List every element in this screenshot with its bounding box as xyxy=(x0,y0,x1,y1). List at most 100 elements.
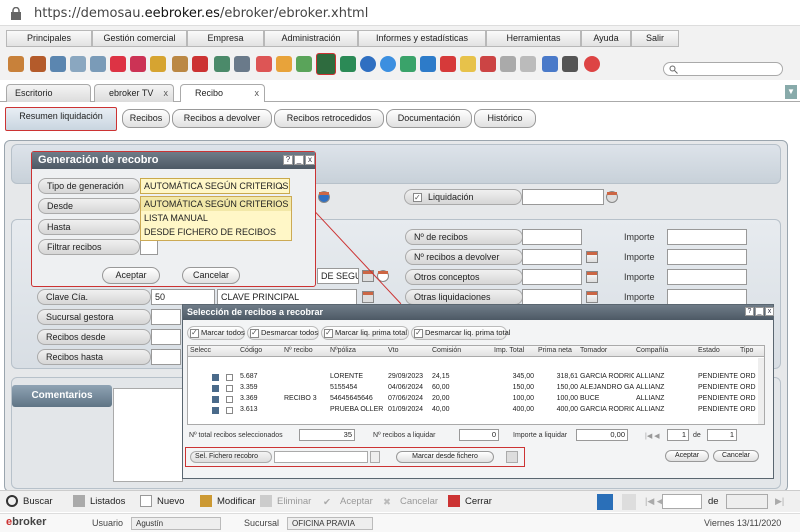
col-compania[interactable]: Compañía xyxy=(636,347,668,354)
g-blue-icon[interactable] xyxy=(420,56,436,72)
agent-icon[interactable] xyxy=(256,56,272,72)
menu-salir[interactable]: Salir xyxy=(631,30,679,47)
table-scrollbar[interactable] xyxy=(758,358,764,424)
coins-icon[interactable] xyxy=(150,56,166,72)
doc-red-icon[interactable] xyxy=(480,56,496,72)
option-automatica[interactable]: AUTOMÁTICA SEGÚN CRITERIOS xyxy=(141,197,291,211)
marcar-todos-button[interactable]: Marcar todos xyxy=(187,326,245,340)
eliminar-button[interactable]: Eliminar xyxy=(260,494,311,510)
otras-liquidaciones-field[interactable] xyxy=(522,289,582,305)
briefcase-icon[interactable] xyxy=(192,56,208,72)
select-checkbox[interactable] xyxy=(226,385,233,392)
col-recibo[interactable]: Nº recibo xyxy=(284,347,313,354)
otros-conceptos-field[interactable] xyxy=(522,269,582,285)
subtab-recibos-devolver[interactable]: Recibos a devolver xyxy=(172,109,272,128)
doc-icon[interactable] xyxy=(212,374,219,381)
sucursal-gestora-field[interactable] xyxy=(151,309,181,325)
col-prima-neta[interactable]: Prima neta xyxy=(538,347,572,354)
eraser-icon[interactable] xyxy=(506,451,518,463)
truck-icon[interactable] xyxy=(214,56,230,72)
check-icon[interactable] xyxy=(296,56,312,72)
option-desde-fichero[interactable]: DESDE FICHERO DE RECIBOS xyxy=(141,225,291,239)
table-row[interactable]: 3.359 5155454 04/06/2024 60,00 150,00 150,00 A… xyxy=(188,383,756,394)
people-icon[interactable] xyxy=(234,56,250,72)
recobro-icon[interactable] xyxy=(316,53,336,75)
col-codigo[interactable]: Código xyxy=(240,347,262,354)
tools-icon[interactable] xyxy=(562,56,578,72)
monitor-icon[interactable] xyxy=(90,56,106,72)
pager-prev-icon[interactable]: |◀ ◀ xyxy=(645,496,664,507)
user-group-icon[interactable] xyxy=(276,56,292,72)
importe-otras-field[interactable] xyxy=(667,289,747,305)
importe-recibos-field[interactable] xyxy=(667,229,747,245)
pager-next-icon[interactable]: ▶| xyxy=(775,496,784,507)
table-row[interactable]: 3.613 PRUEBA OLLER 01/09/2024 40,00 400,00 40… xyxy=(188,405,756,416)
tab-recibo[interactable]: Recibo x xyxy=(180,84,265,102)
chevron-down-icon[interactable]: ▼ xyxy=(785,85,797,99)
importe-liquidar-field[interactable]: 0,00 xyxy=(576,429,628,441)
bulb-icon[interactable] xyxy=(460,56,476,72)
subtab-historico[interactable]: Histórico xyxy=(474,109,536,128)
comentarios-textarea[interactable] xyxy=(113,388,183,482)
tab-escritorio[interactable]: Escritorio xyxy=(6,84,91,102)
pin-icon[interactable] xyxy=(622,494,636,510)
table-row[interactable]: 3.369 RECIBO 3 54645645646 07/06/2024 20,00 1… xyxy=(188,394,756,405)
menu-empresa[interactable]: Empresa xyxy=(187,30,264,47)
menu-informes[interactable]: Informes y estadísticas xyxy=(358,30,486,47)
total-seleccionados-field[interactable]: 35 xyxy=(299,429,355,441)
aceptar-toolbar-button[interactable]: ✔ Aceptar xyxy=(323,494,373,510)
col-poliza[interactable]: Nºpóliza xyxy=(330,347,356,354)
target-icon[interactable] xyxy=(130,56,146,72)
calendar-icon[interactable] xyxy=(586,291,598,303)
col-selecc[interactable]: Selecc xyxy=(190,347,211,354)
marcar-prima-total-button[interactable]: Marcar liq. prima total xyxy=(321,326,409,340)
n-recibos-field[interactable] xyxy=(522,229,582,245)
subtab-resumen[interactable]: Resumen liquidación xyxy=(5,107,117,131)
col-vto[interactable]: Vto xyxy=(388,347,399,354)
subtab-recibos[interactable]: Recibos xyxy=(122,109,170,128)
help-icon[interactable] xyxy=(584,56,600,72)
liquidacion-field[interactable] xyxy=(522,189,604,205)
box-icon[interactable] xyxy=(8,56,24,72)
bag-icon[interactable] xyxy=(172,56,188,72)
g-red-icon[interactable] xyxy=(440,56,456,72)
cancelar-button[interactable]: Cancelar xyxy=(182,267,240,284)
minimize-icon[interactable]: _ xyxy=(294,155,304,165)
n-recibos-devolver-field[interactable] xyxy=(522,249,582,265)
phone-icon[interactable] xyxy=(542,56,558,72)
edit-doc-icon[interactable] xyxy=(520,56,536,72)
menu-ayuda[interactable]: Ayuda xyxy=(581,30,631,47)
clave-cia-name-field[interactable]: CLAVE PRINCIPAL xyxy=(217,289,357,305)
doc-icon[interactable] xyxy=(212,407,219,414)
desmarcar-prima-total-button[interactable]: Desmarcar liq. prima total xyxy=(411,326,510,340)
select-checkbox[interactable] xyxy=(226,396,233,403)
cerrar-button[interactable]: Cerrar xyxy=(448,494,492,510)
menu-principales[interactable]: Principales xyxy=(6,30,92,47)
toolbar-search-input[interactable] xyxy=(663,62,783,76)
doc-icon[interactable] xyxy=(212,385,219,392)
recibos-desde-field[interactable] xyxy=(151,329,181,345)
liquidacion-checkbox[interactable] xyxy=(413,191,422,205)
marcar-fichero-button[interactable]: Marcar desde fichero xyxy=(396,451,494,463)
globe-icon[interactable] xyxy=(380,56,396,72)
refresh-icon[interactable] xyxy=(340,56,356,72)
cancelar-toolbar-button[interactable]: ✖ Cancelar xyxy=(383,494,438,510)
tipo-generacion-select[interactable]: AUTOMÁTICA SEGÚN CRITERIOS ⌄ xyxy=(140,178,290,194)
e-icon[interactable] xyxy=(360,56,376,72)
card-icon[interactable] xyxy=(70,56,86,72)
users-icon[interactable] xyxy=(30,56,46,72)
arrows-icon[interactable] xyxy=(400,56,416,72)
modificar-button[interactable]: Modificar xyxy=(200,494,256,510)
doc-icon[interactable] xyxy=(212,396,219,403)
close-icon[interactable]: x xyxy=(765,307,774,316)
col-imp-total[interactable]: Imp. Total xyxy=(494,347,524,354)
close-icon[interactable]: x xyxy=(255,85,260,101)
subtab-documentacion[interactable]: Documentación xyxy=(386,109,472,128)
close-icon[interactable]: x xyxy=(305,155,315,165)
browse-icon[interactable] xyxy=(370,451,380,463)
importe-otros-field[interactable] xyxy=(667,269,747,285)
minimize-icon[interactable]: _ xyxy=(755,307,764,316)
table-row[interactable]: 5.687 LORENTE 29/09/2023 24,15 345,00 318,61 G… xyxy=(188,372,756,383)
fire-icon[interactable] xyxy=(110,56,126,72)
option-lista-manual[interactable]: LISTA MANUAL xyxy=(141,211,291,225)
